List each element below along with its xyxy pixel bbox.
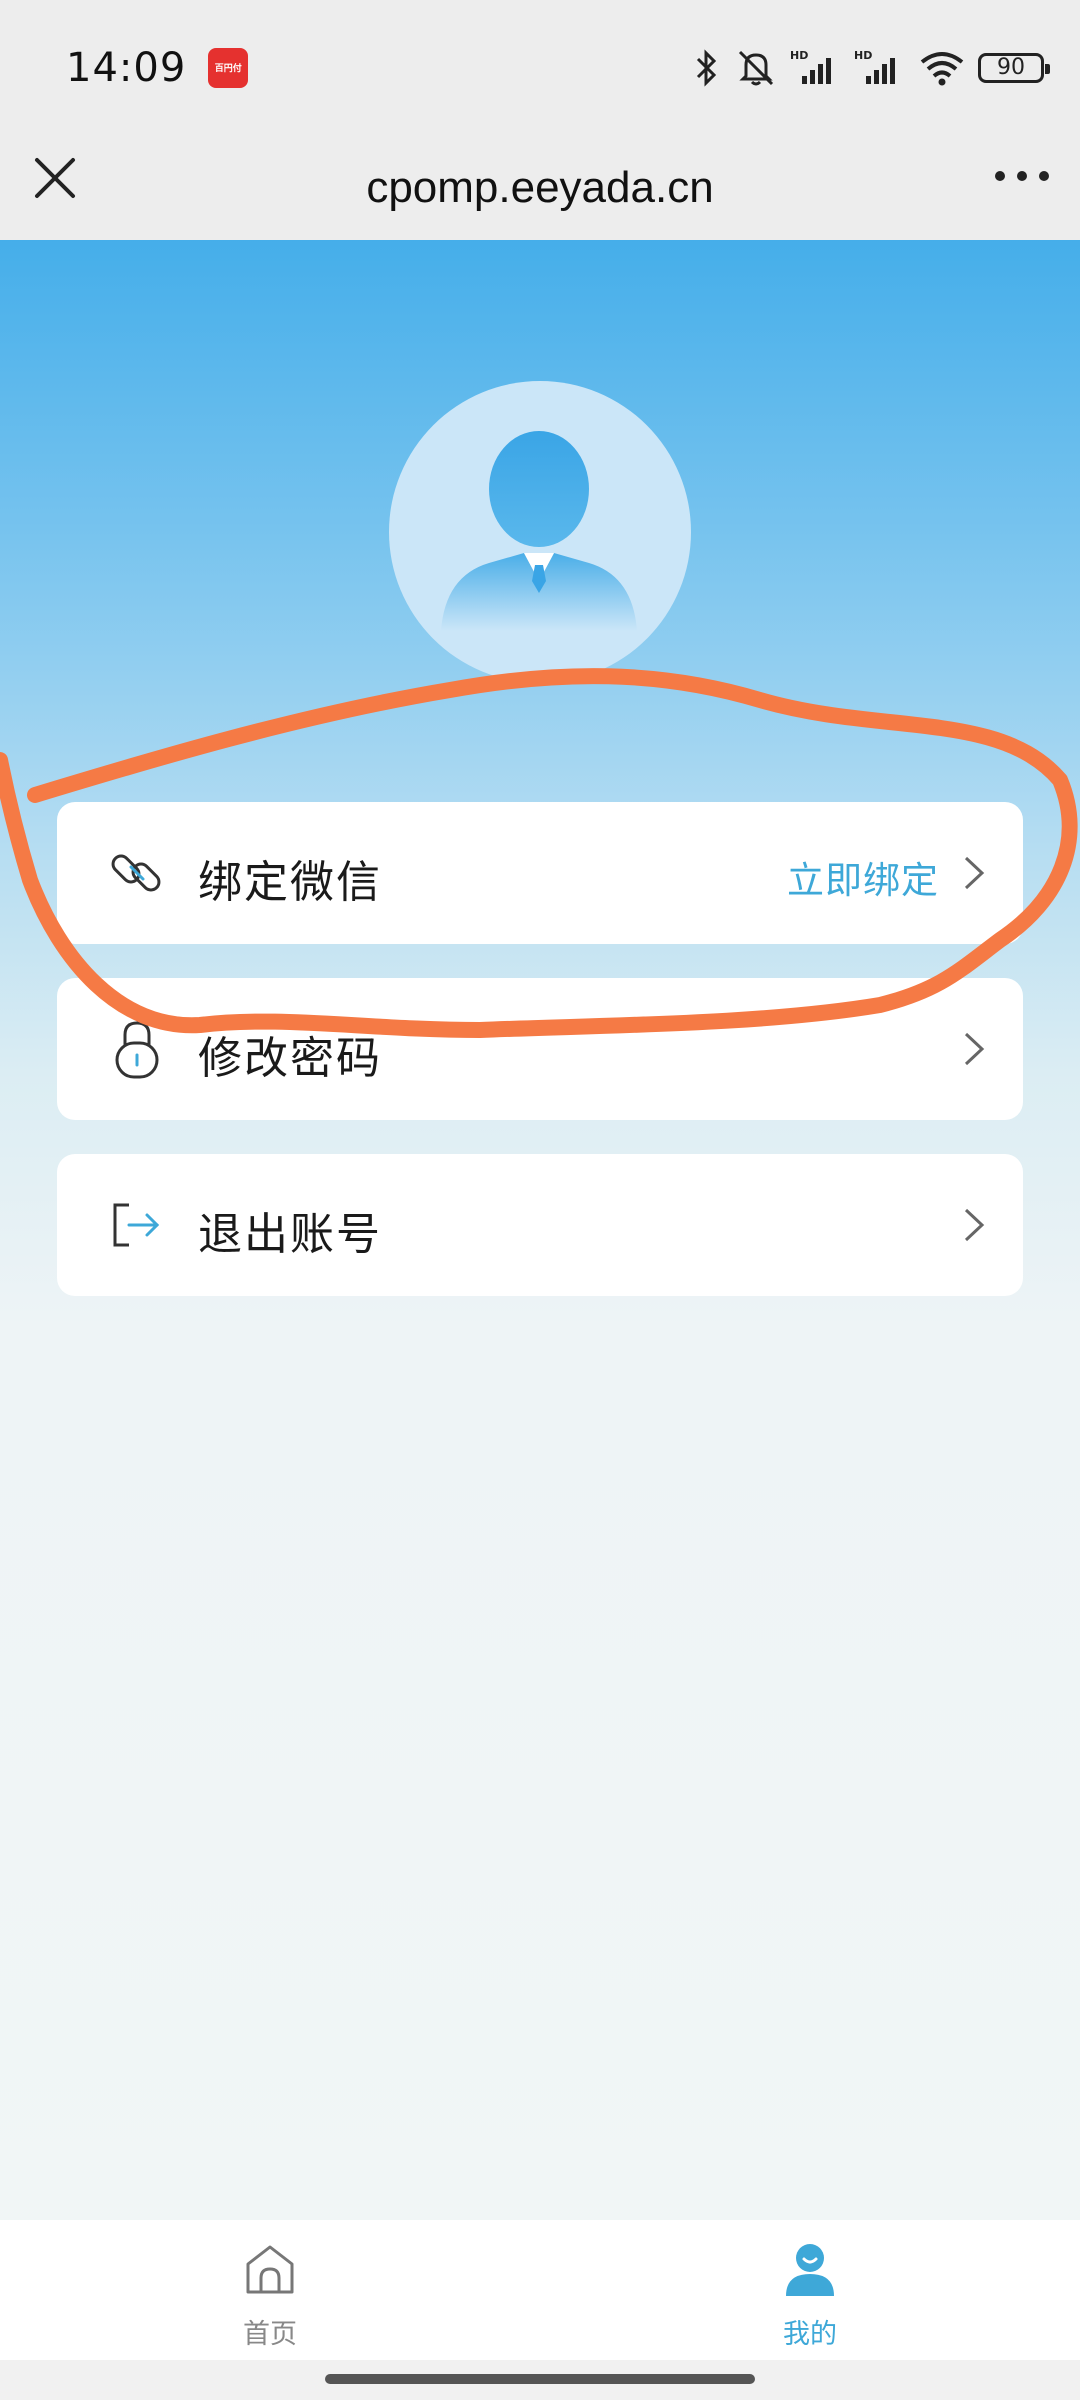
bottom-nav: 首页 我的 [0,2220,1080,2360]
menu-item-label: 修改密码 [198,1033,382,1084]
bind-now-link[interactable]: 立即绑定 [787,850,939,904]
gesture-area [0,2360,1080,2400]
gesture-bar[interactable] [325,2374,755,2384]
close-icon[interactable] [32,155,78,201]
status-time: 14:09 [66,44,187,91]
battery-level: 90 [997,55,1025,80]
logout-icon [113,1203,160,1247]
app-notification-icon: 百円付 [208,47,249,88]
menu-item-bind-wechat[interactable]: 绑定微信 立即绑定 [57,802,1023,944]
nav-item-home[interactable]: 首页 [0,2220,540,2360]
user-avatar-icon [389,381,691,683]
home-icon [246,2245,294,2294]
browser-bar: cpomp.eeyada.cn [0,135,1080,240]
menu-item-change-password[interactable]: 修改密码 [57,978,1023,1120]
profile-icon [786,2244,834,2296]
mute-bell-icon [738,50,774,85]
chevron-right-icon [964,1032,985,1066]
profile-page: 绑定微信 立即绑定 修改密码 退出账号 [0,240,1080,2220]
nav-item-profile[interactable]: 我的 [540,2220,1080,2360]
menu-item-label: 绑定微信 [198,857,382,908]
svg-text:HD: HD [854,49,872,62]
more-icon[interactable] [992,161,1052,191]
status-bar: 14:09 百円付 HD HD 90 [0,0,1080,135]
status-icons: HD HD 90 [692,48,1050,88]
chevron-right-icon [964,1208,985,1242]
link-icon [111,854,161,892]
bluetooth-icon [696,48,717,87]
signal-hd-icon: HD [854,49,895,84]
menu-item-label: 退出账号 [198,1209,382,1260]
svg-text:HD: HD [790,49,808,62]
nav-label-home: 首页 [243,2319,297,2350]
chevron-right-icon [964,856,985,890]
nav-label-profile: 我的 [783,2319,837,2350]
menu-item-logout[interactable]: 退出账号 [57,1154,1023,1296]
lock-icon [115,1021,159,1079]
signal-hd-icon: HD [790,49,831,84]
wifi-icon [920,51,964,85]
battery-icon: 90 [978,52,1050,83]
page-title: cpomp.eeyada.cn [366,162,714,212]
